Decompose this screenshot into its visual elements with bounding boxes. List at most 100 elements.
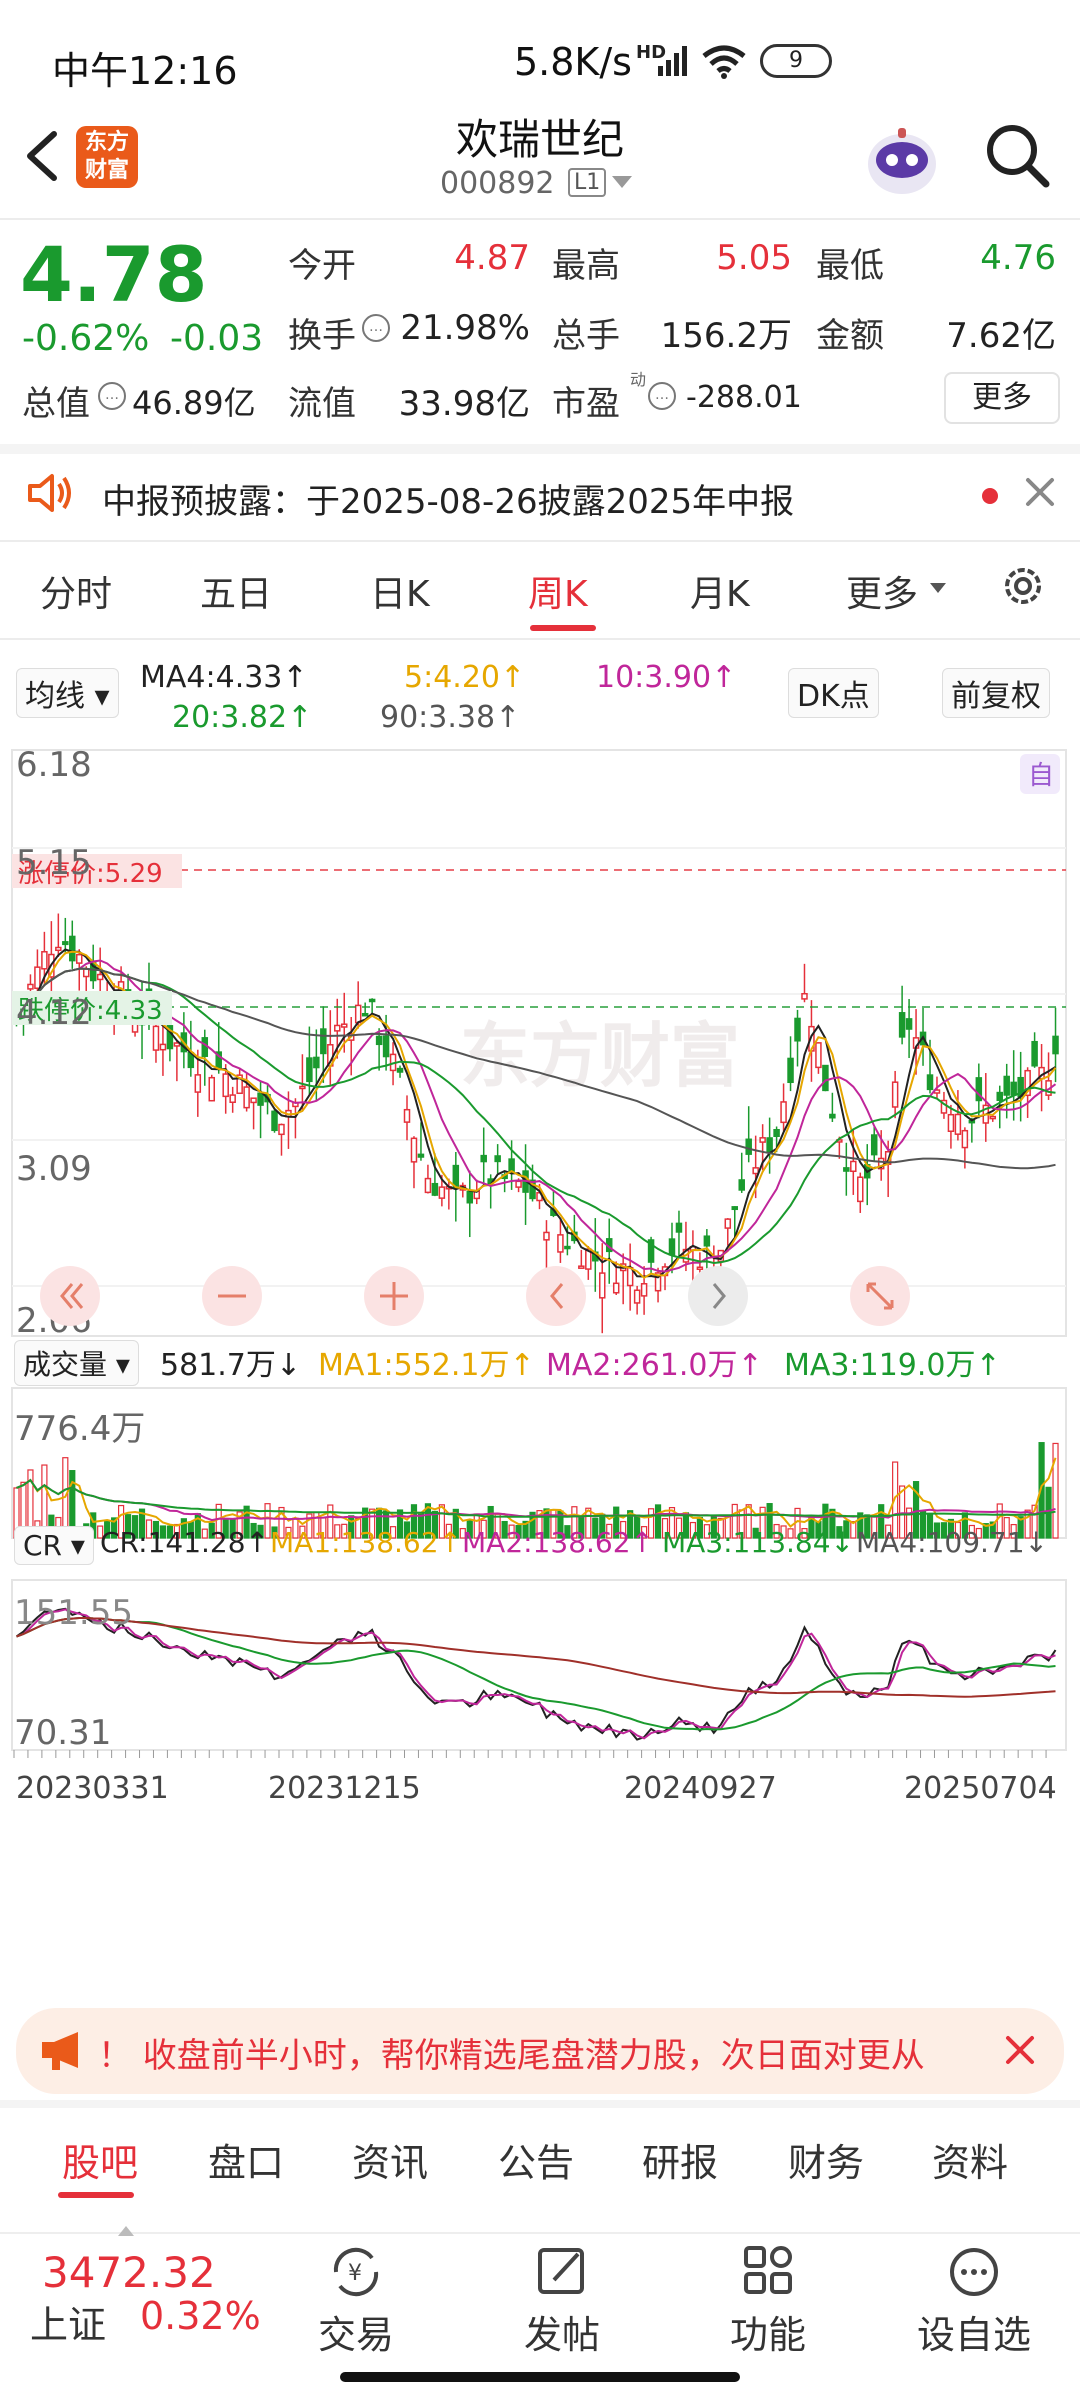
more-quote-button[interactable]: 更多: [944, 372, 1060, 424]
dk-point-button[interactable]: DK点: [788, 668, 879, 718]
zoom-out-button[interactable]: [202, 1266, 262, 1326]
gear-icon[interactable]: [998, 561, 1048, 611]
chevron-down-icon[interactable]: [612, 176, 632, 188]
robot-assistant-icon[interactable]: [862, 120, 942, 200]
index-value[interactable]: 3472.32: [42, 2248, 216, 2297]
volume-value: 581.7万↓: [160, 1348, 302, 1383]
back-arrow-icon[interactable]: [18, 126, 66, 186]
index-percent[interactable]: 0.32%: [140, 2294, 261, 2338]
level-badge[interactable]: L1: [568, 168, 607, 197]
indicator-select-label: 均线: [25, 679, 85, 714]
info-icon[interactable]: …: [362, 314, 390, 342]
volume-indicator-select[interactable]: 成交量 ▾: [14, 1340, 139, 1386]
tab-intraday[interactable]: 分时: [40, 565, 112, 617]
adjust-button[interactable]: 前复权: [942, 668, 1050, 718]
cr-ma2: MA2:138.62↑: [462, 1526, 654, 1559]
open-label: 今开: [288, 246, 356, 286]
change-amount: -0.03: [170, 318, 264, 359]
promo-banner[interactable]: ！ 收盘前半小时，帮你精选尾盘潜力股，次日面对更从: [16, 2008, 1064, 2094]
fullscreen-button[interactable]: [850, 1266, 910, 1326]
search-icon[interactable]: [982, 120, 1052, 190]
close-icon[interactable]: [998, 2028, 1042, 2072]
stock-code[interactable]: 000892: [440, 166, 555, 201]
cr-value: CR:141.28↑: [100, 1526, 270, 1559]
notice-text: 中报预披露：于2025-08-26披露2025年中报: [102, 482, 795, 522]
tab-research[interactable]: 研报: [642, 2132, 718, 2187]
tab-monthly-k[interactable]: 月K: [690, 565, 750, 617]
volume-max-label: 776.4万: [14, 1409, 145, 1449]
nav-post[interactable]: 发帖: [492, 2244, 632, 2359]
turnover-value: 21.98%: [400, 308, 530, 348]
market-cap-value: 46.89亿: [132, 384, 256, 422]
volume-ma1: MA1:552.1万↑: [318, 1348, 535, 1383]
ma90-label: 90:3.38↑: [380, 700, 521, 735]
active-tab-underline: [58, 2192, 134, 2198]
wifi-icon: [702, 45, 746, 79]
zoom-in-button[interactable]: [364, 1266, 424, 1326]
tab-more[interactable]: 更多: [846, 565, 918, 617]
megaphone-icon: [42, 2032, 78, 2070]
stock-name: 欢瑞世纪: [455, 115, 624, 164]
nav-functions[interactable]: 功能: [698, 2244, 838, 2359]
tab-profile[interactable]: 资料: [932, 2132, 1008, 2187]
chart-period-tabs: 分时 五日 日K 周K 月K 更多: [0, 545, 1080, 635]
tab-announcements[interactable]: 公告: [498, 2132, 574, 2187]
yuan-exchange-icon: ¥: [333, 2247, 379, 2297]
last-price: 4.78: [20, 230, 208, 319]
turnover-label: 换手: [288, 316, 356, 356]
quote-panel: 4.78 -0.62% -0.03 今开 4.87 最高 5.05 最低 4.7…: [0, 220, 1080, 442]
tab-weekly-k[interactable]: 周K: [528, 565, 588, 617]
open-value: 4.87: [454, 238, 530, 278]
scroll-left-button[interactable]: [40, 1266, 100, 1326]
chevron-down-icon[interactable]: [930, 583, 946, 593]
cr-ma1: MA1:138.62↑: [270, 1526, 462, 1559]
network-rate: 5.8K/s: [514, 40, 632, 84]
signal-icon: [658, 46, 687, 76]
speaker-icon: [28, 474, 71, 512]
nav-functions-label: 功能: [729, 2313, 806, 2357]
step-right-button[interactable]: [688, 1266, 748, 1326]
chevron-up-icon[interactable]: [118, 2226, 134, 2236]
ma20-label: 20:3.82↑: [172, 700, 313, 735]
watermark: 东方财富: [460, 1015, 740, 1097]
amount-label: 金额: [816, 316, 884, 356]
info-icon[interactable]: …: [648, 382, 676, 410]
grid-icon: [744, 2246, 792, 2294]
tab-finance[interactable]: 财务: [788, 2132, 864, 2187]
pe-dynamic-mark: 动: [630, 370, 647, 389]
volume-ma2: MA2:261.0万↑: [546, 1348, 763, 1383]
y-tick: 3.09: [16, 1149, 92, 1189]
step-left-button[interactable]: [526, 1266, 586, 1326]
low-label: 最低: [816, 246, 884, 286]
tab-guba[interactable]: 股吧: [62, 2132, 138, 2187]
nav-trade-label: 交易: [317, 2313, 394, 2357]
nav-trade[interactable]: ¥ 交易: [286, 2244, 426, 2359]
svg-text:¥: ¥: [348, 2261, 362, 2286]
high-label: 最高: [552, 246, 620, 286]
active-tab-underline: [530, 625, 596, 631]
ma-lines: [15, 948, 1057, 1280]
index-name[interactable]: 上证: [30, 2294, 106, 2349]
close-icon[interactable]: [1020, 472, 1060, 512]
notice-bar[interactable]: 中报预披露：于2025-08-26披露2025年中报: [0, 452, 1080, 538]
cr-indicator-select[interactable]: CR ▾: [14, 1526, 94, 1565]
nav-add-watchlist-label: 设自选: [916, 2313, 1031, 2357]
ma5-label: 5:4.20↑: [404, 660, 526, 695]
info-icon[interactable]: …: [98, 382, 126, 410]
indicator-select[interactable]: 均线 ▾: [16, 668, 119, 718]
float-cap-label: 流值: [288, 384, 356, 424]
nav-add-watchlist[interactable]: 设自选: [904, 2244, 1044, 2359]
tab-news[interactable]: 资讯: [352, 2132, 428, 2187]
tab-five-day[interactable]: 五日: [200, 565, 272, 617]
app-logo: 东方财富: [76, 126, 138, 188]
cr-ma4: MA4:109.71↓: [856, 1526, 1048, 1559]
tab-pankou[interactable]: 盘口: [208, 2132, 284, 2187]
battery-icon: 9: [760, 44, 832, 78]
status-time: 中午12:16: [52, 49, 238, 93]
y-tick: 6.18: [16, 745, 92, 785]
cr-lines: [15, 1607, 1057, 1741]
nav-post-label: 发帖: [523, 2313, 600, 2357]
cr-ma3: MA3:113.84↓: [662, 1526, 854, 1559]
volume-indicator-label: 成交量: [23, 1348, 108, 1381]
tab-daily-k[interactable]: 日K: [370, 565, 430, 617]
